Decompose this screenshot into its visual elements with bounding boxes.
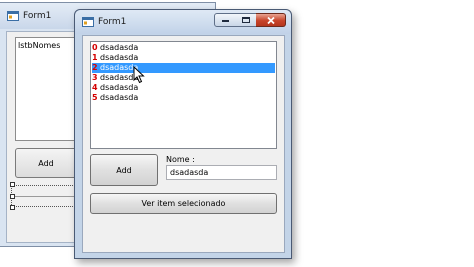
background-listbox[interactable]: lstbNomes	[15, 37, 77, 141]
view-selected-item-button[interactable]: Ver item selecionado	[90, 193, 277, 214]
list-item[interactable]: 3 dsadasda	[92, 73, 275, 83]
resize-handle-bottom[interactable]	[10, 205, 15, 210]
list-item-text: dsadasda	[100, 53, 139, 62]
add-button[interactable]: Add	[90, 154, 158, 186]
minimize-icon	[221, 20, 229, 22]
resize-handle-middle[interactable]	[10, 194, 15, 199]
index-label: 2	[92, 63, 98, 72]
index-label: 1	[92, 53, 98, 62]
list-item-text: dsadasda	[100, 93, 139, 102]
listbox-designer-label: lstbNomes	[18, 41, 61, 50]
app-icon	[7, 11, 19, 21]
background-window-title: Form1	[23, 11, 52, 21]
names-listbox[interactable]: 0 dsadasda 1 dsadasda 2 dsadasda 3 dsada…	[90, 41, 277, 149]
index-label: 0	[92, 43, 98, 52]
maximize-icon	[241, 17, 250, 23]
resize-handle-top[interactable]	[10, 182, 15, 187]
nome-input[interactable]	[166, 165, 277, 180]
maximize-button[interactable]	[235, 13, 257, 27]
index-label: 3	[92, 73, 98, 82]
titlebar[interactable]: Form1	[75, 10, 291, 34]
background-add-button[interactable]: Add	[15, 148, 77, 178]
list-item[interactable]: 0 dsadasda	[92, 43, 275, 53]
app-icon	[82, 17, 94, 27]
nome-label: Nome :	[166, 155, 195, 164]
list-item[interactable]: 5 dsadasda	[92, 93, 275, 103]
form-client: 0 dsadasda 1 dsadasda 2 dsadasda 3 dsada…	[82, 35, 285, 253]
close-icon	[266, 16, 275, 24]
list-item[interactable]: 1 dsadasda	[92, 53, 275, 63]
list-item-text: dsadasda	[100, 43, 139, 52]
list-item-selected[interactable]: 2 dsadasda	[92, 63, 275, 73]
list-item[interactable]: 4 dsadasda	[92, 83, 275, 93]
form-window[interactable]: Form1 0 dsadasda 1 dsadasda 2 dsadasda 3…	[74, 9, 292, 259]
window-title: Form1	[98, 17, 127, 27]
index-label: 4	[92, 83, 98, 92]
list-item-text: dsadasda	[100, 83, 139, 92]
close-button[interactable]	[256, 13, 286, 27]
desktop: Form1 lstbNomes Add Form1 0 dsadasda 1 d…	[0, 0, 474, 267]
designer-selected-control[interactable]	[11, 185, 77, 207]
mouse-pointer-icon	[133, 66, 145, 84]
index-label: 5	[92, 93, 98, 102]
minimize-button[interactable]	[214, 13, 236, 27]
